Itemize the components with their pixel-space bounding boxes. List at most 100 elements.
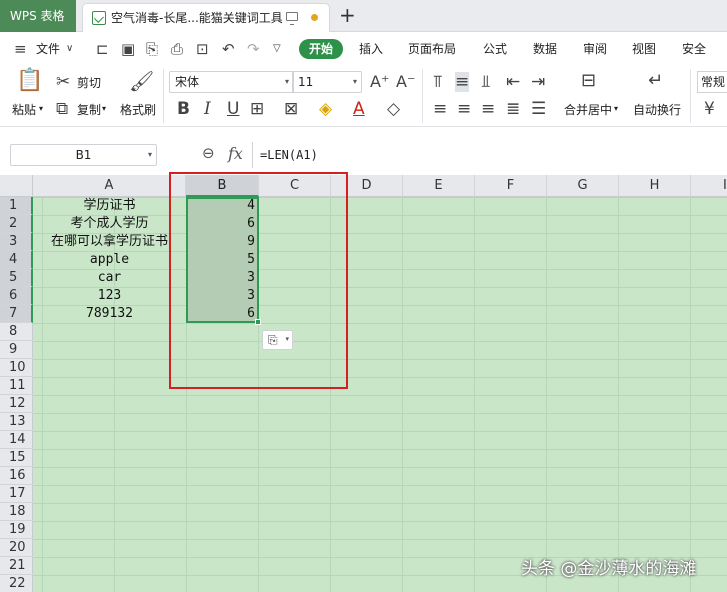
align-bottom-icon[interactable]: ⫫ (481, 72, 491, 92)
copy-button[interactable]: 复制 (77, 101, 101, 118)
font-color-icon[interactable]: A (353, 99, 365, 119)
row-header[interactable]: 1 (0, 197, 33, 215)
align-left-icon[interactable]: ≡ (433, 99, 447, 119)
tab-security[interactable]: 安全 (682, 33, 706, 65)
italic-icon[interactable]: I (204, 99, 211, 119)
zoom-search-icon[interactable]: ⊖ (202, 144, 215, 162)
tab-data[interactable]: 数据 (533, 33, 557, 65)
column-header-a[interactable]: A (33, 175, 186, 197)
decrease-font-size-icon[interactable]: A⁻ (396, 72, 415, 92)
row-header[interactable]: 16 (0, 467, 33, 485)
row-header[interactable]: 4 (0, 251, 33, 269)
align-right-icon[interactable]: ≡ (481, 99, 495, 119)
align-center-icon[interactable]: ≡ (457, 99, 471, 119)
font-name-select[interactable]: 宋体 ▾ (169, 71, 294, 93)
merge-dropdown-icon[interactable]: ▾ (614, 104, 618, 113)
cell-a2[interactable]: 考个成人学历 (33, 215, 186, 233)
justify-icon[interactable]: ≣ (506, 99, 520, 119)
app-tab[interactable]: WPS 表格 (0, 0, 76, 32)
row-header[interactable]: 5 (0, 269, 33, 287)
paste-icon[interactable]: 📋 (16, 70, 43, 92)
undo-icon[interactable]: ↶ (222, 33, 235, 65)
wrap-text-button[interactable]: 自动换行 (633, 101, 681, 118)
cell-a7[interactable]: 789132 (33, 305, 186, 323)
column-header-g[interactable]: G (547, 175, 619, 197)
cell-a6[interactable]: 123 (33, 287, 186, 305)
row-header[interactable]: 7 (0, 305, 33, 323)
paste-dropdown-icon[interactable]: ▾ (39, 104, 43, 113)
tab-page-layout[interactable]: 页面布局 (408, 33, 456, 65)
row-header[interactable]: 18 (0, 503, 33, 521)
row-header[interactable]: 6 (0, 287, 33, 305)
bold-icon[interactable]: B (177, 99, 190, 119)
row-header[interactable]: 11 (0, 377, 33, 395)
align-top-icon[interactable]: ⫪ (433, 72, 443, 92)
monitor-icon[interactable] (286, 12, 298, 25)
increase-font-size-icon[interactable]: A⁺ (370, 72, 389, 92)
align-middle-icon[interactable]: ≡ (455, 72, 470, 92)
copy-dropdown-icon[interactable]: ▾ (102, 104, 106, 113)
format-painter-button[interactable]: 格式刷 (120, 101, 156, 118)
tab-formulas[interactable]: 公式 (483, 33, 507, 65)
wrap-text-icon[interactable]: ↵ (648, 71, 663, 91)
cell-a3[interactable]: 在哪可以拿学历证书 (33, 233, 186, 251)
paste-button-label[interactable]: 粘贴 (12, 101, 36, 118)
tab-review[interactable]: 审阅 (583, 33, 607, 65)
print-icon[interactable]: ⎙ (171, 33, 183, 65)
fill-color-icon[interactable]: ◈ (319, 99, 332, 119)
quick-access-dropdown-icon[interactable]: ▽ (273, 33, 281, 65)
cut-button[interactable]: 剪切 (77, 74, 101, 91)
borders-icon[interactable]: ⊞ (250, 99, 264, 119)
row-header[interactable]: 15 (0, 449, 33, 467)
cell-a1[interactable]: 学历证书 (33, 197, 186, 215)
row-header[interactable]: 13 (0, 413, 33, 431)
clear-format-icon[interactable]: ◇ (387, 99, 400, 119)
row-header[interactable]: 22 (0, 575, 33, 592)
column-header-e[interactable]: E (403, 175, 475, 197)
format-painter-icon[interactable]: 🖌 (129, 71, 154, 91)
tab-insert[interactable]: 插入 (359, 33, 383, 65)
chevron-down-icon[interactable]: ∨ (66, 33, 73, 65)
row-header[interactable]: 20 (0, 539, 33, 557)
row-header[interactable]: 21 (0, 557, 33, 575)
copy-icon[interactable]: ⧉ (56, 99, 68, 119)
column-header-h[interactable]: H (619, 175, 691, 197)
number-format-select[interactable]: 常规 (697, 71, 727, 93)
cell-a5[interactable]: car (33, 269, 186, 287)
save-icon[interactable]: ▣ (121, 33, 135, 65)
distributed-align-icon[interactable]: ☰ (531, 99, 546, 119)
merge-center-icon[interactable]: ⊟ (581, 71, 596, 91)
row-header[interactable]: 9 (0, 341, 33, 359)
currency-format-button[interactable]: ¥ (704, 99, 715, 119)
cell-a4[interactable]: apple (33, 251, 186, 269)
select-all-corner[interactable] (0, 175, 33, 197)
open-folder-icon[interactable]: ⊏ (96, 33, 109, 65)
font-size-select[interactable]: 11 ▾ (292, 71, 362, 93)
decrease-indent-icon[interactable]: ⇤ (506, 72, 520, 92)
merge-center-button[interactable]: 合并居中 (564, 101, 612, 118)
row-header[interactable]: 12 (0, 395, 33, 413)
row-header[interactable]: 8 (0, 323, 33, 341)
row-header[interactable]: 17 (0, 485, 33, 503)
hamburger-menu-icon[interactable]: ≡ (14, 33, 27, 65)
document-tab[interactable]: 空气消毒-长尾...能猫关键词工具 (82, 3, 330, 32)
export-icon[interactable]: ⎘ (146, 33, 158, 65)
scissors-icon[interactable]: ✂ (56, 72, 70, 92)
tab-view[interactable]: 视图 (632, 33, 656, 65)
underline-icon[interactable]: U (227, 99, 239, 119)
increase-indent-icon[interactable]: ⇥ (531, 72, 545, 92)
row-header[interactable]: 14 (0, 431, 33, 449)
column-header-f[interactable]: F (475, 175, 547, 197)
row-header[interactable]: 3 (0, 233, 33, 251)
name-box[interactable]: B1 ▾ (10, 144, 157, 166)
row-header[interactable]: 2 (0, 215, 33, 233)
tab-home[interactable]: 开始 (299, 39, 343, 59)
formula-input[interactable]: =LEN(A1) (252, 142, 727, 168)
print-preview-icon[interactable]: ⊡ (196, 33, 209, 65)
row-header[interactable]: 10 (0, 359, 33, 377)
menu-file[interactable]: 文件 (36, 33, 60, 65)
column-header-i[interactable]: I (691, 175, 727, 197)
new-tab-plus-icon[interactable]: + (339, 3, 356, 27)
row-header[interactable]: 19 (0, 521, 33, 539)
cell-style-icon[interactable]: ⊠ (284, 99, 298, 119)
